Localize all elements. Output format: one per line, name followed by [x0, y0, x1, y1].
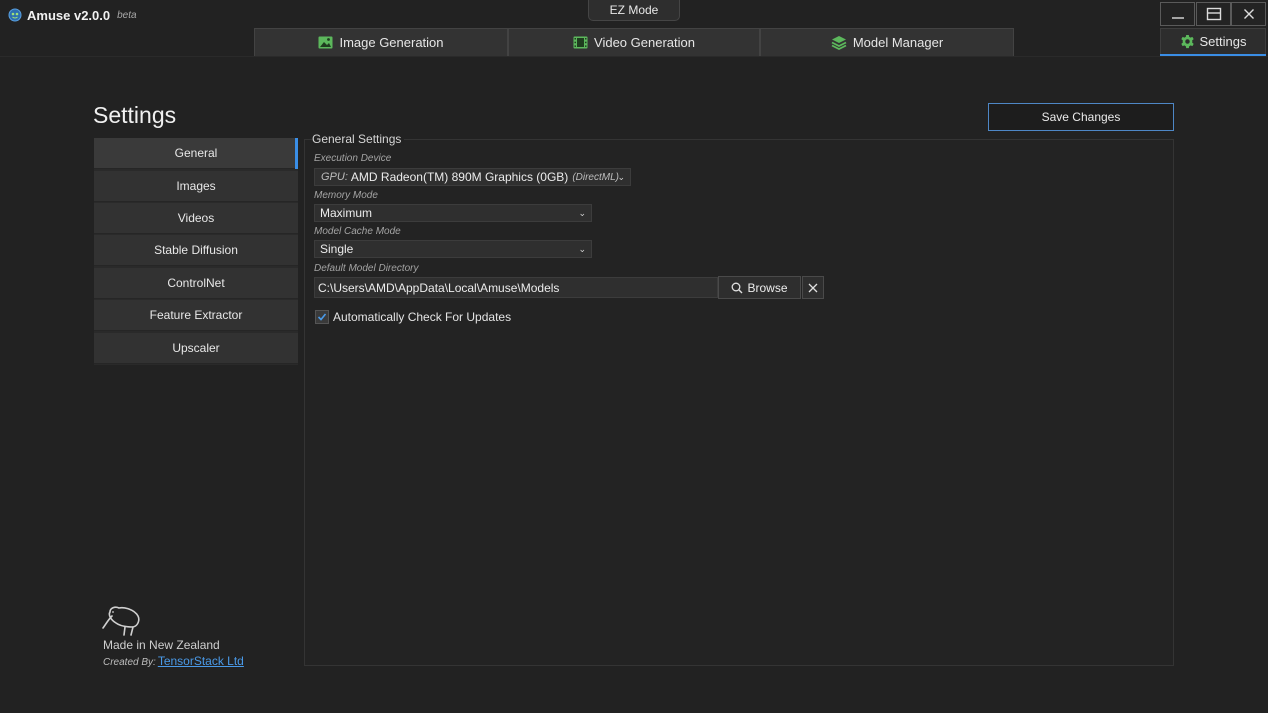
tab-model-manager[interactable]: Model Manager — [760, 28, 1014, 56]
beta-badge: beta — [117, 9, 137, 21]
page-title: Settings — [93, 102, 177, 128]
tensorstack-link[interactable]: TensorStack Ltd — [158, 654, 244, 668]
browse-button[interactable]: Browse — [718, 276, 801, 299]
execution-device-label: Execution Device — [314, 153, 392, 164]
save-changes-button[interactable]: Save Changes — [988, 103, 1174, 131]
tab-label: Settings — [1199, 34, 1247, 49]
tab-video-generation[interactable]: Video Generation — [508, 28, 760, 56]
sidebar-item-videos[interactable]: Videos — [94, 203, 298, 234]
sidebar-item-label: Feature Extractor — [149, 308, 243, 322]
sidebar-item-label: Videos — [177, 211, 215, 225]
kiwi-bird-icon — [102, 606, 140, 636]
device-suffix: (DirectML) — [572, 171, 619, 183]
model-cache-mode-label: Model Cache Mode — [314, 226, 401, 237]
sidebar-item-controlnet[interactable]: ControlNet — [94, 268, 298, 299]
chevron-down-icon: ⌄ — [578, 244, 586, 254]
checkmark-icon — [317, 313, 327, 321]
tab-label: Model Manager — [852, 35, 944, 50]
sidebar-item-label: Upscaler — [172, 341, 220, 355]
made-in-text: Made in New Zealand — [103, 638, 220, 652]
film-icon — [573, 36, 588, 49]
close-icon — [808, 283, 818, 292]
close-icon — [1243, 9, 1254, 19]
tab-settings[interactable]: Settings — [1160, 28, 1266, 54]
model-cache-mode-value: Single — [320, 242, 354, 256]
auto-update-label: Automatically Check For Updates — [333, 310, 512, 324]
memory-mode-select[interactable]: Maximum ⌄ — [314, 204, 592, 222]
active-item-indicator — [295, 138, 298, 169]
memory-mode-label: Memory Mode — [314, 190, 378, 201]
device-prefix: GPU: — [321, 171, 348, 183]
sidebar-item-upscaler[interactable]: Upscaler — [94, 333, 298, 364]
tab-label: Video Generation — [594, 35, 695, 50]
browse-label: Browse — [747, 280, 788, 295]
tab-image-generation[interactable]: Image Generation — [254, 28, 508, 56]
ez-mode-button[interactable]: EZ Mode — [588, 0, 680, 21]
created-by-label: Created By: — [103, 657, 156, 668]
image-icon — [318, 36, 333, 49]
sidebar-item-label: Stable Diffusion — [154, 243, 238, 257]
app-name: Amuse v2.0.0 — [27, 7, 111, 23]
minimize-icon — [1171, 17, 1184, 19]
tab-label: Image Generation — [339, 35, 444, 50]
memory-mode-value: Maximum — [320, 206, 373, 220]
auto-update-checkbox[interactable] — [315, 310, 329, 324]
sidebar-item-images[interactable]: Images — [94, 171, 298, 202]
group-title: General Settings — [312, 132, 405, 146]
created-by-text: Created By: TensorStack Ltd — [103, 654, 244, 668]
layers-icon — [831, 36, 847, 50]
sidebar-item-stable-diffusion[interactable]: Stable Diffusion — [94, 235, 298, 266]
device-value: AMD Radeon(TM) 890M Graphics (0GB) — [350, 170, 569, 184]
search-icon — [732, 282, 743, 293]
sidebar-item-feature-extractor[interactable]: Feature Extractor — [94, 300, 298, 331]
clear-directory-button[interactable] — [802, 276, 824, 299]
model-cache-mode-select[interactable]: Single ⌄ — [314, 240, 592, 258]
sidebar-item-label: Images — [176, 179, 216, 193]
settings-sidebar: General Images Videos Stable Diffusion C… — [94, 138, 298, 365]
app-logo-icon — [8, 8, 22, 22]
maximize-button[interactable] — [1196, 2, 1231, 26]
execution-device-select[interactable]: GPU: AMD Radeon(TM) 890M Graphics (0GB) … — [314, 168, 631, 186]
gear-icon — [1180, 34, 1194, 49]
header-divider — [0, 56, 1268, 57]
close-button[interactable] — [1231, 2, 1266, 26]
model-directory-label: Default Model Directory — [314, 263, 419, 274]
chevron-down-icon: ⌄ — [578, 208, 586, 218]
restore-icon — [1206, 7, 1221, 21]
sidebar-item-general[interactable]: General — [94, 138, 298, 169]
app-title: Amuse v2.0.0 beta — [8, 6, 137, 24]
sidebar-item-label: ControlNet — [167, 276, 225, 290]
sidebar-item-label: General — [174, 146, 218, 160]
model-directory-input[interactable]: C:\Users\AMD\AppData\Local\Amuse\Models — [314, 277, 718, 298]
minimize-button[interactable] — [1160, 2, 1195, 26]
chevron-down-icon: ⌄ — [617, 172, 625, 182]
